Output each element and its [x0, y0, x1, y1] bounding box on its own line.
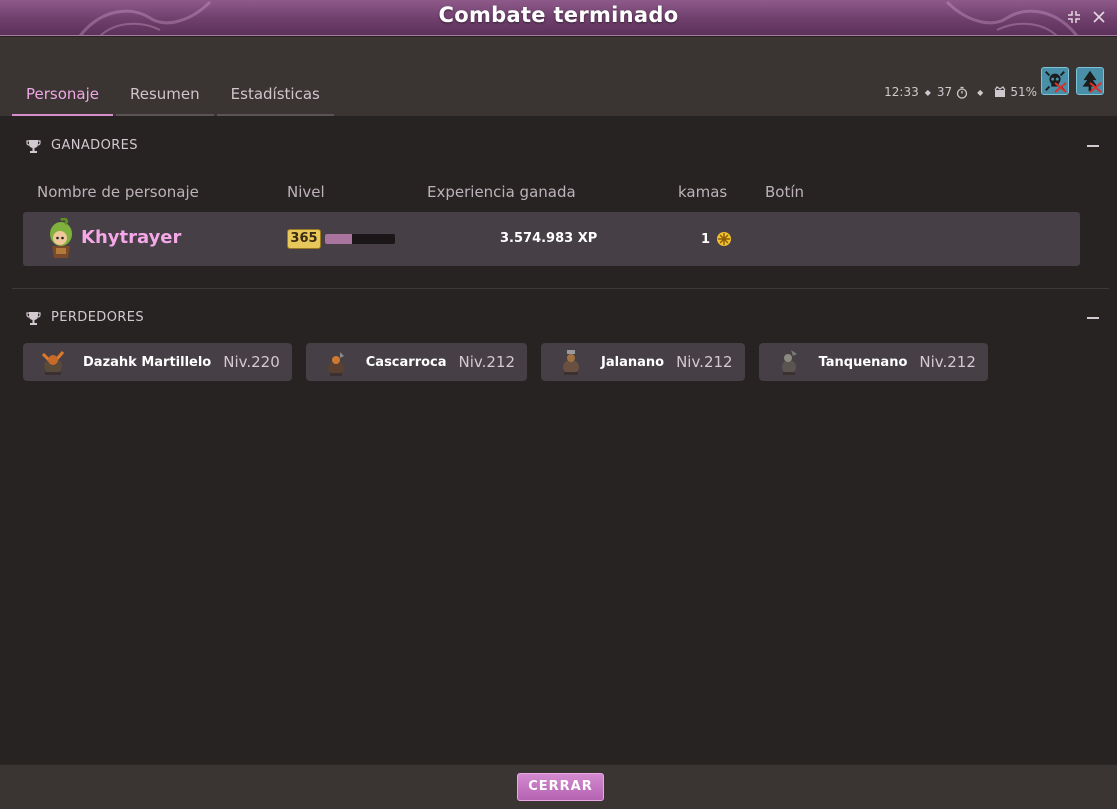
trophy-icon [26, 311, 41, 325]
loser-name: Tanquenano [818, 354, 908, 370]
section-divider [12, 288, 1109, 289]
loser-level: Niv.220 [223, 353, 280, 371]
kama-coin-icon [717, 232, 732, 246]
close-button[interactable]: CERRAR [517, 773, 604, 801]
experience-amount: 3.574.983 [500, 231, 574, 246]
level-badge: 365 [287, 229, 321, 249]
level-progress-bar [325, 234, 395, 244]
loser-name: Cascarroca [365, 354, 447, 370]
losers-title: PERDEDORES [51, 310, 145, 325]
loser-item[interactable]: Jalanano Niv.212 [541, 343, 745, 381]
challenge-percent: 51% [1010, 85, 1037, 99]
loser-level: Niv.212 [919, 353, 976, 371]
winner-row[interactable]: Khytrayer 365 3.574.983 XP 1 [23, 212, 1080, 266]
collapse-losers-button[interactable] [1087, 317, 1099, 319]
winners-heading: GANADORES [26, 138, 138, 153]
tab-personaje[interactable]: Personaje [12, 77, 113, 116]
skull-mode-icon[interactable] [1041, 67, 1069, 95]
tree-mode-icon[interactable] [1076, 67, 1104, 95]
trophy-icon [26, 139, 41, 153]
level-progress-fill [325, 234, 352, 244]
turn-count: 37 [936, 85, 953, 99]
close-icon[interactable] [1091, 9, 1107, 25]
monster-avatar-icon [781, 350, 797, 375]
player-name: Khytrayer [81, 227, 182, 248]
loser-item[interactable]: Tanquenano Niv.212 [758, 343, 988, 381]
kamas-value: 1 [701, 231, 732, 247]
column-kamas: kamas [678, 183, 728, 201]
stopwatch-icon [957, 86, 968, 99]
experience-value: 3.574.983 XP [500, 231, 597, 246]
column-experience: Experiencia ganada [427, 183, 576, 201]
tab-bar: Personaje Resumen Estadísticas [12, 77, 337, 116]
title-bar: Combate terminado [0, 0, 1117, 36]
fight-info: 12:33 ◆ 37 ◆ 51% [884, 85, 1037, 99]
fight-duration: 12:33 [884, 85, 919, 99]
experience-unit: XP [577, 231, 598, 246]
monster-avatar-icon [563, 350, 580, 375]
loser-level: Niv.212 [458, 353, 516, 371]
loser-item[interactable]: Dazahk Martillelo Niv.220 [23, 343, 292, 381]
window-title: Combate terminado [438, 3, 679, 27]
separator-dot: ◆ [924, 87, 931, 97]
loser-name: Dazahk Martillelo [83, 354, 212, 370]
column-level: Nivel [287, 183, 325, 201]
monster-avatar-icon [327, 352, 344, 376]
kamas-amount: 1 [701, 231, 711, 247]
character-avatar-icon [50, 218, 72, 258]
loser-level: Niv.212 [676, 353, 733, 371]
footer-bar: CERRAR [0, 764, 1117, 809]
tab-estadisticas[interactable]: Estadísticas [216, 77, 334, 116]
winners-title: GANADORES [51, 138, 138, 153]
column-loot: Botín [765, 183, 805, 201]
loser-name: Jalanano [601, 354, 665, 370]
main-panel: GANADORES Nombre de personaje Nivel Expe… [0, 116, 1117, 764]
loser-item[interactable]: Cascarroca Niv.212 [305, 343, 528, 381]
column-name: Nombre de personaje [37, 183, 199, 201]
challenge-icon [994, 86, 1006, 97]
collapse-winners-button[interactable] [1087, 145, 1099, 147]
tab-resumen[interactable]: Resumen [116, 77, 214, 116]
monster-avatar-icon [41, 351, 65, 375]
losers-list: Dazahk Martillelo Niv.220 Cascarroca Niv… [23, 343, 1002, 381]
minimize-icon[interactable] [1066, 9, 1082, 25]
losers-heading: PERDEDORES [26, 310, 144, 325]
separator-dot: ◆ [977, 87, 984, 97]
